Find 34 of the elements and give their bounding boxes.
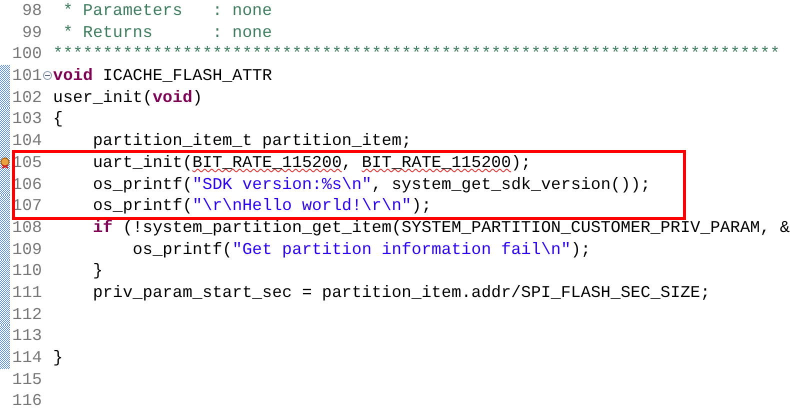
code-line: os_printf("SDK version:%s\n", system_get_sdk_version()); xyxy=(92,174,650,194)
code-line: os_printf("Get partition information fail\n"); xyxy=(132,240,591,259)
line-number: 105 xyxy=(12,152,42,174)
code-line: ************************************************************************* xyxy=(53,44,780,64)
line-number: 106 xyxy=(12,174,42,196)
line-number: 113 xyxy=(12,325,42,347)
code-line: } xyxy=(53,348,63,367)
code-line: priv_param_start_sec = partition_item.addr/SPI_FLASH_SEC_SIZE; xyxy=(92,282,710,302)
line-number: 116 xyxy=(12,390,42,412)
line-number: 109 xyxy=(12,238,42,260)
line-number: 107 xyxy=(12,195,42,217)
line-number: 99 xyxy=(22,22,42,44)
line-number: 112 xyxy=(12,304,42,326)
line-number: 100 xyxy=(12,43,42,66)
code-line: } xyxy=(92,261,103,280)
code-line: uart_init(BIT_RATE_115200, BIT_RATE_115200); xyxy=(92,152,532,172)
line-number: 110 xyxy=(12,260,42,282)
code-line: os_printf("\r\nHello world!\r\n"); xyxy=(92,196,432,216)
code-line: if (!system_partition_get_item(SYSTEM_PARTITION_CUSTOMER_PRIV_PARAM, & xyxy=(92,218,790,237)
line-number: 98 xyxy=(22,0,42,22)
code-line: void ICACHE_FLASH_ATTR xyxy=(53,66,272,86)
line-number: 114 xyxy=(12,347,42,369)
code-line: { xyxy=(53,109,63,128)
code-line: partition_item_t partition_item; xyxy=(92,131,412,150)
line-number: 103 xyxy=(12,108,42,130)
line-number: 108 xyxy=(12,216,42,239)
line-number: 111 xyxy=(12,282,42,304)
line-number: 115 xyxy=(12,368,42,390)
code-line: user_init(void) xyxy=(53,88,202,107)
line-number: 104 xyxy=(12,130,42,152)
line-number: 102 xyxy=(12,86,42,108)
line-number: 101 xyxy=(12,65,42,87)
code-line: * Parameters : none xyxy=(62,1,272,20)
code-line: * Returns : none xyxy=(62,22,272,42)
